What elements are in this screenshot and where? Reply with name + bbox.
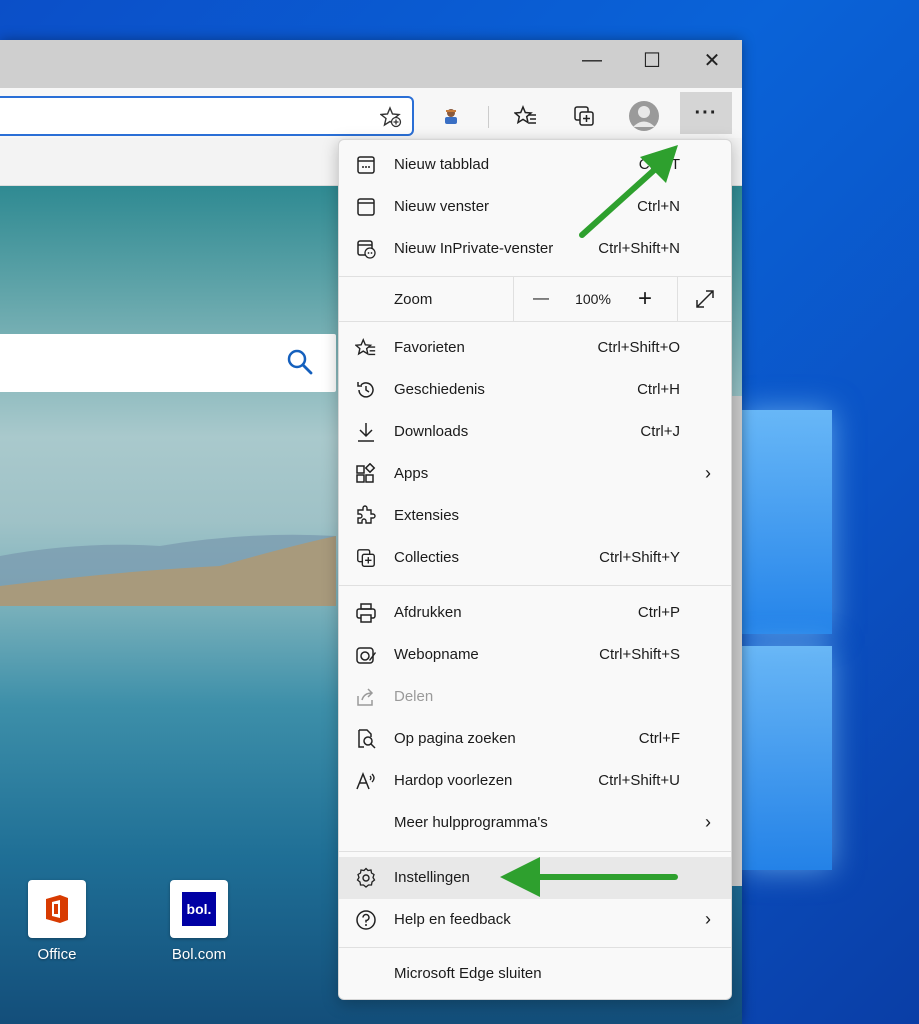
office-logo-icon: [46, 895, 68, 923]
windows-logo-pane: [742, 410, 832, 634]
menu-separator: [339, 321, 731, 322]
menu-item-shortcut: Ctrl+H: [637, 381, 680, 398]
printer-icon: [355, 602, 377, 624]
favorites-icon: [355, 337, 377, 359]
office-tile[interactable]: [28, 880, 86, 938]
collections-icon[interactable]: [566, 98, 602, 134]
menu-item-shortcut: Ctrl+Shift+U: [598, 772, 680, 789]
profile-avatar-icon[interactable]: [626, 98, 662, 134]
menu-item-apps[interactable]: Apps ›: [339, 453, 731, 495]
menu-item-help-en-feedback[interactable]: Help en feedback ›: [339, 899, 731, 941]
title-bar: — ☐ ✕: [0, 40, 742, 88]
maximize-button[interactable]: ☐: [622, 40, 682, 80]
web-capture-icon: [355, 644, 377, 666]
menu-item-collecties[interactable]: Collecties Ctrl+Shift+Y: [339, 537, 731, 579]
menu-item-label: Downloads: [394, 423, 469, 440]
menu-item-label: Nieuw venster: [394, 198, 490, 215]
menu-item-hardop-voorlezen[interactable]: Hardop voorlezen Ctrl+Shift+U: [339, 760, 731, 802]
history-icon: [355, 379, 377, 401]
zoom-divider: [513, 277, 514, 321]
menu-item-shortcut: Ctrl+Shift+Y: [599, 549, 680, 566]
new-window-icon: [355, 196, 377, 218]
zoom-level: 100%: [575, 291, 611, 307]
menu-item-label: Favorieten: [394, 339, 465, 356]
read-aloud-icon: [355, 770, 377, 792]
menu-item-label: Extensies: [394, 507, 460, 524]
collections-icon: [355, 547, 377, 569]
download-icon: [355, 421, 377, 443]
menu-item-op-pagina-zoeken[interactable]: Op pagina zoeken Ctrl+F: [339, 718, 731, 760]
toolbar-divider: [488, 106, 489, 128]
favorites-icon[interactable]: [508, 98, 544, 134]
address-bar[interactable]: [0, 96, 414, 136]
menu-item-downloads[interactable]: Downloads Ctrl+J: [339, 411, 731, 453]
fullscreen-icon: [696, 290, 714, 308]
office-tile-label[interactable]: Office: [7, 946, 107, 963]
zoom-in-button[interactable]: +: [619, 277, 671, 321]
windows-logo-pane: [742, 646, 832, 870]
menu-item-label: Instellingen: [394, 869, 470, 886]
menu-separator: [339, 585, 731, 586]
chevron-right-icon: ›: [705, 909, 711, 929]
menu-item-label: Nieuw InPrivate-venster: [394, 240, 554, 257]
toolbar: ···: [0, 88, 742, 138]
add-favorite-icon[interactable]: [380, 106, 402, 128]
menu-item-label: Apps: [394, 465, 429, 482]
menu-item-delen: Delen: [339, 676, 731, 718]
menu-item-shortcut: Ctrl+Shift+S: [599, 646, 680, 663]
menu-item-extensies[interactable]: Extensies: [339, 495, 731, 537]
menu-item-favorieten[interactable]: Favorieten Ctrl+Shift+O: [339, 327, 731, 369]
menu-item-shortcut: Ctrl+P: [637, 604, 680, 621]
menu-item-geschiedenis[interactable]: Geschiedenis Ctrl+H: [339, 369, 731, 411]
menu-item-label: Geschiedenis: [394, 381, 485, 398]
menu-item-label: Meer hulpprogramma's: [394, 814, 548, 831]
menu-item-label: Help en feedback: [394, 911, 511, 928]
menu-item-label: Collecties: [394, 549, 460, 566]
find-on-page-icon: [355, 728, 377, 750]
menu-item-label: Afdrukken: [394, 604, 462, 621]
zoom-row: Zoom — 100% +: [339, 277, 731, 321]
menu-item-shortcut: Ctrl+Shift+O: [597, 339, 680, 356]
minimize-button[interactable]: —: [562, 40, 622, 80]
chevron-right-icon: ›: [705, 463, 711, 483]
menu-item-shortcut: Ctrl+F: [638, 730, 680, 747]
menu-item-edge-sluiten[interactable]: Microsoft Edge sluiten: [339, 953, 731, 995]
zoom-label: Zoom: [394, 291, 433, 308]
more-button[interactable]: ···: [680, 92, 732, 134]
extensions-icon: [355, 505, 377, 527]
menu-item-webopname[interactable]: Webopname Ctrl+Shift+S: [339, 634, 731, 676]
bol-tile[interactable]: bol.: [170, 880, 228, 938]
search-box[interactable]: [0, 334, 336, 392]
menu-item-label: Op pagina zoeken: [394, 730, 516, 747]
menu-item-shortcut: Ctrl+J: [640, 423, 680, 440]
zoom-out-button[interactable]: —: [515, 277, 567, 321]
bol-logo: bol.: [182, 892, 216, 926]
menu-item-label: Webopname: [394, 646, 479, 663]
menu-item-label: Nieuw tabblad: [394, 156, 490, 173]
annotation-arrow-more-button: [579, 145, 678, 238]
inprivate-icon: [355, 238, 377, 260]
gear-icon: [355, 867, 377, 889]
page-scrollbar[interactable]: [732, 396, 742, 886]
menu-item-afdrukken[interactable]: Afdrukken Ctrl+P: [339, 592, 731, 634]
search-icon[interactable]: [286, 348, 314, 376]
fullscreen-button[interactable]: [679, 277, 731, 321]
new-tab-icon: [355, 154, 377, 176]
help-icon: [355, 909, 377, 931]
chevron-right-icon: ›: [705, 812, 711, 832]
share-icon: [355, 686, 377, 708]
menu-item-meer-hulpprogrammas[interactable]: Meer hulpprogramma's ›: [339, 802, 731, 844]
menu-item-label: Hardop voorlezen: [394, 772, 513, 789]
annotation-arrow-settings: [500, 857, 678, 897]
menu-separator: [339, 947, 731, 948]
landscape-hills: [0, 534, 336, 606]
zoom-divider: [677, 277, 678, 321]
close-button[interactable]: ✕: [682, 40, 742, 80]
bol-tile-label[interactable]: Bol.com: [149, 946, 249, 963]
menu-item-label: Delen: [394, 688, 434, 705]
apps-icon: [355, 463, 377, 485]
extension-icon[interactable]: [433, 98, 469, 134]
menu-item-label: Microsoft Edge sluiten: [394, 965, 542, 982]
